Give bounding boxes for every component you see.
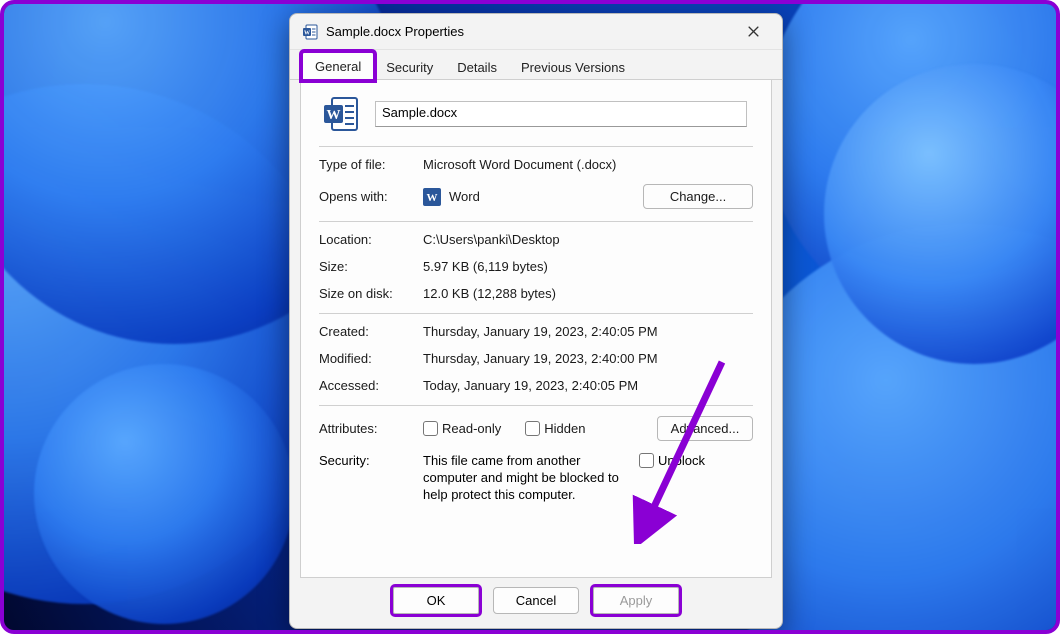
properties-dialog: W Sample.docx Properties General Securit…	[289, 13, 783, 629]
apply-button[interactable]: Apply	[593, 587, 679, 614]
checkbox-icon	[525, 421, 540, 436]
attributes-label: Attributes:	[319, 421, 423, 436]
dialog-footer: OK Cancel Apply	[290, 578, 782, 628]
general-panel: W Sample.docx Type of file: Microsoft Wo…	[300, 80, 772, 578]
unblock-label: Unblock	[658, 453, 705, 468]
security-text: This file came from another computer and…	[423, 453, 633, 504]
size-value: 5.97 KB (6,119 bytes)	[423, 259, 753, 274]
tab-security[interactable]: Security	[374, 54, 445, 80]
unblock-checkbox[interactable]: Unblock	[639, 453, 705, 468]
word-doc-icon: W	[302, 24, 318, 40]
modified-value: Thursday, January 19, 2023, 2:40:00 PM	[423, 351, 753, 366]
titlebar[interactable]: W Sample.docx Properties	[290, 14, 782, 50]
hidden-label: Hidden	[544, 421, 585, 436]
tab-details[interactable]: Details	[445, 54, 509, 80]
advanced-button[interactable]: Advanced...	[657, 416, 753, 441]
filename-input[interactable]: Sample.docx	[375, 101, 747, 127]
readonly-checkbox[interactable]: Read-only	[423, 421, 501, 436]
word-doc-large-icon: W	[321, 94, 361, 134]
readonly-label: Read-only	[442, 421, 501, 436]
location-value: C:\Users\panki\Desktop	[423, 232, 753, 247]
tab-previous-versions[interactable]: Previous Versions	[509, 54, 637, 80]
size-on-disk-value: 12.0 KB (12,288 bytes)	[423, 286, 753, 301]
hidden-checkbox[interactable]: Hidden	[525, 421, 585, 436]
opens-with-label: Opens with:	[319, 189, 423, 204]
type-of-file-value: Microsoft Word Document (.docx)	[423, 157, 753, 172]
svg-text:W: W	[304, 30, 310, 36]
created-label: Created:	[319, 324, 423, 339]
change-button[interactable]: Change...	[643, 184, 753, 209]
location-label: Location:	[319, 232, 423, 247]
svg-text:W: W	[427, 192, 438, 204]
svg-text:W: W	[327, 108, 341, 123]
security-label: Security:	[319, 453, 423, 468]
modified-label: Modified:	[319, 351, 423, 366]
tab-bar: General Security Details Previous Versio…	[290, 50, 782, 80]
desktop-background: W Sample.docx Properties General Securit…	[0, 0, 1060, 634]
word-app-icon: W	[423, 188, 441, 206]
accessed-value: Today, January 19, 2023, 2:40:05 PM	[423, 378, 753, 393]
close-button[interactable]	[732, 18, 774, 46]
accessed-label: Accessed:	[319, 378, 423, 393]
created-value: Thursday, January 19, 2023, 2:40:05 PM	[423, 324, 753, 339]
type-of-file-label: Type of file:	[319, 157, 423, 172]
opens-with-value: Word	[449, 189, 480, 204]
window-title: Sample.docx Properties	[326, 24, 732, 39]
ok-button[interactable]: OK	[393, 587, 479, 614]
tab-general[interactable]: General	[302, 52, 374, 80]
checkbox-icon	[423, 421, 438, 436]
checkbox-icon	[639, 453, 654, 468]
size-label: Size:	[319, 259, 423, 274]
size-on-disk-label: Size on disk:	[319, 286, 423, 301]
cancel-button[interactable]: Cancel	[493, 587, 579, 614]
